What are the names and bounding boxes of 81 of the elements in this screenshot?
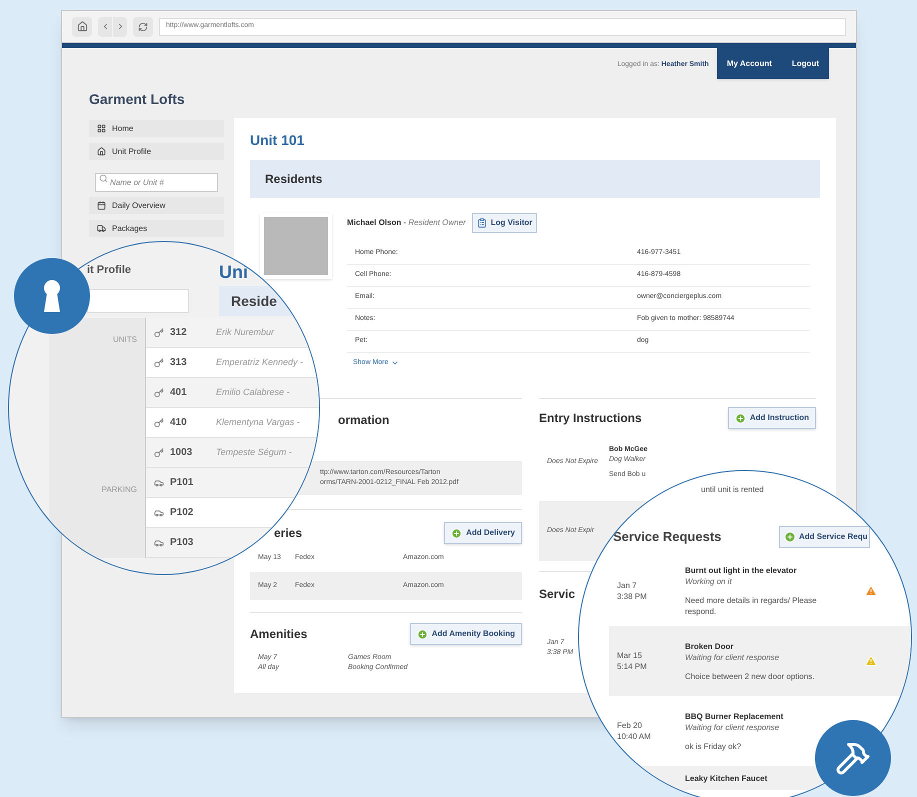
section-heading: Amenities [250, 626, 308, 643]
request-title: Leaky Kitchen Faucet [685, 772, 768, 784]
request-status: Working on it [685, 576, 733, 587]
add-icon [734, 412, 746, 424]
unit-number[interactable]: P102 [170, 505, 210, 520]
forward-button[interactable] [113, 16, 127, 36]
panel-title: it Profile [87, 263, 132, 278]
caret-icon [391, 359, 400, 367]
request-date: Mar 15 5:14 PM [617, 650, 648, 672]
home-button[interactable] [72, 16, 92, 36]
request-note: Choice between 2 new door options. [685, 670, 816, 682]
search-field[interactable]: Name or Unit # [95, 173, 218, 192]
request-status: Waiting for client response [685, 722, 780, 732]
resident-name: Emperatriz Kennedy - [216, 356, 304, 369]
keyhole-icon [41, 279, 63, 313]
request-date: Feb 20 10:40 AM [617, 720, 652, 742]
hammer-icon [835, 740, 871, 776]
unit-number[interactable]: 312 [170, 325, 210, 340]
unit-number[interactable]: 401 [170, 385, 210, 400]
car-icon [154, 508, 164, 518]
nav-link[interactable]: My Account [726, 58, 772, 70]
add-icon [784, 531, 796, 543]
section-heading: eries [274, 525, 302, 542]
sidebar-item[interactable]: Home [89, 120, 224, 137]
request-note: Need more details in regards/ Please respond. [685, 595, 818, 617]
home-icon [76, 21, 88, 32]
unit-number[interactable]: 1003 [170, 445, 210, 460]
resident-name: Klementyna Vargas - [216, 416, 300, 429]
request-status: Waiting for client response [685, 652, 780, 662]
sidebar-item[interactable]: Daily Overview [89, 197, 224, 214]
reload-button[interactable] [133, 16, 153, 36]
sidebar-icon [97, 147, 106, 156]
log-visitor-button[interactable]: Log Visitor [472, 213, 538, 233]
section-heading: Entry Instructions [539, 410, 642, 427]
add-amenity-button[interactable]: Add Amenity Booking [410, 623, 522, 645]
group-label: UNITS [113, 335, 137, 344]
request-date: Jan 7 3:38 PM [617, 580, 648, 602]
unit-number[interactable]: 410 [170, 415, 210, 430]
clipboard-icon [476, 218, 487, 228]
sidebar-icon [97, 124, 106, 133]
section-heading: Service Requests [613, 528, 722, 546]
car-icon [154, 538, 164, 548]
sidebar-item[interactable]: Unit Profile [89, 143, 224, 160]
site-title: Garment Lofts [88, 90, 186, 109]
add-instruction-button[interactable]: Add Instruction [728, 407, 816, 429]
sidebar-item[interactable]: Packages [89, 220, 224, 237]
residents-header: Residents [250, 160, 820, 198]
unit-number[interactable]: 313 [170, 355, 210, 370]
unit-number[interactable]: P101 [170, 475, 210, 490]
request-title: Broken Door [685, 640, 734, 652]
back-button[interactable] [98, 16, 112, 36]
add-icon [416, 628, 428, 640]
section-heading: Servic [539, 587, 576, 601]
request-note: ok is Friday ok? [685, 740, 742, 752]
search-icon [99, 174, 108, 183]
key-icon [154, 358, 164, 368]
input-field[interactable] [87, 288, 189, 312]
key-icon [154, 418, 164, 428]
unit-title: Uni [219, 262, 249, 282]
resident-name: Michael Olson - Resident Owner [347, 217, 466, 229]
sidebar-icon [97, 224, 106, 233]
resident-name: Erik Nurembur [216, 326, 274, 339]
add-icon [451, 528, 462, 538]
request-title: BBQ Burner Replacement [685, 710, 784, 722]
nav-link[interactable]: Logout [792, 58, 819, 70]
unit-number[interactable]: P103 [170, 535, 210, 550]
unit-title: Unit 101 [250, 131, 306, 150]
add-delivery-button[interactable]: Add Delivery [444, 522, 522, 544]
group-label: PARKING [102, 485, 137, 494]
key-icon [154, 328, 164, 338]
request-title: Burnt out light in the elevator [685, 565, 798, 576]
reload-icon [138, 22, 148, 32]
sidebar-icon [97, 201, 106, 210]
resident-name: Emilio Calabrese - [216, 386, 290, 399]
add-service-request-button[interactable]: Add Service Requ [779, 526, 870, 548]
key-icon [154, 448, 164, 458]
resident-name: Tempeste Ségum - [216, 446, 292, 459]
instruction-note: until unit is rented [701, 484, 765, 496]
section-heading: ormation [338, 412, 390, 429]
car-icon [154, 478, 164, 488]
key-icon [154, 388, 164, 398]
